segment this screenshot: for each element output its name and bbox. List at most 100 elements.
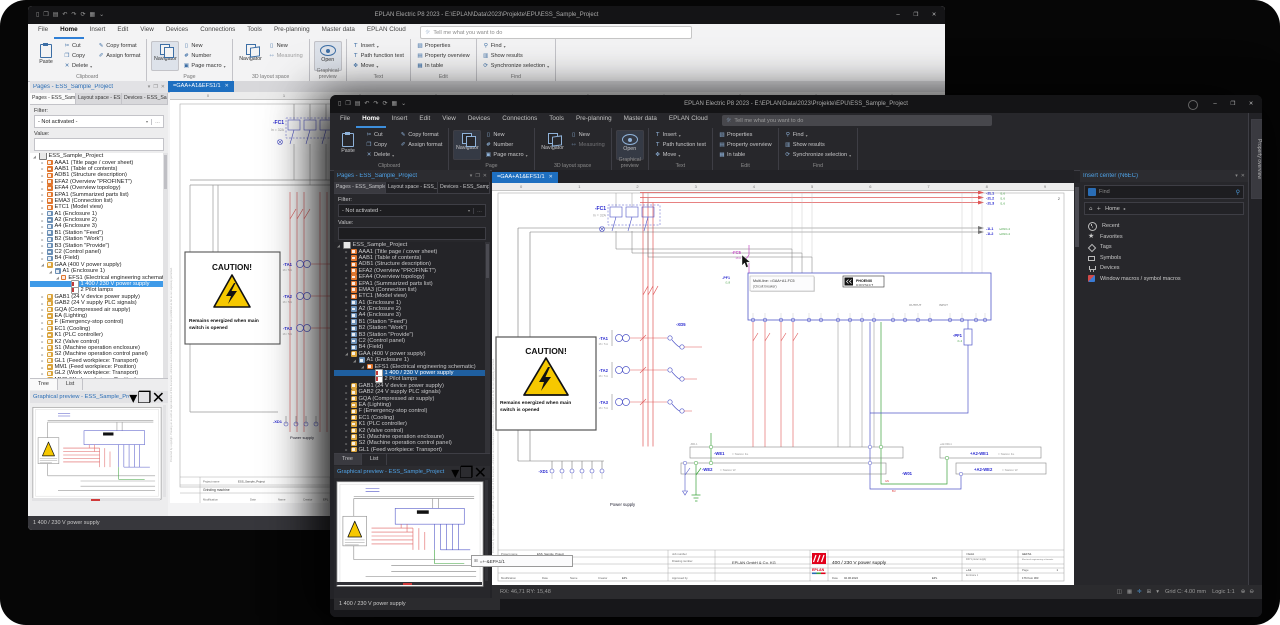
expander-closed-icon[interactable]: ▸ bbox=[40, 179, 45, 184]
expander-closed-icon[interactable]: ▸ bbox=[40, 173, 45, 178]
document-tab[interactable]: =GAA+A1&EFS1/1 ✕ bbox=[168, 81, 234, 92]
panel-tab-pages-ess-sample-p[interactable]: Pages - ESS_Sample_P... bbox=[334, 182, 386, 193]
expander-closed-icon[interactable]: ▸ bbox=[40, 230, 45, 235]
schematic-canvas[interactable]: 2 -2L1 /1.6 -2L2 /1.6 -2L3 /1.6 bbox=[492, 183, 1074, 585]
ribbon-button-move[interactable]: ✥Move▾ bbox=[653, 150, 708, 160]
expander-closed-icon[interactable]: ▸ bbox=[344, 434, 349, 439]
ribbon-tab-eplan-cloud[interactable]: EPLAN Cloud bbox=[361, 22, 412, 37]
ribbon-button-in-table[interactable]: ▦In table bbox=[717, 150, 774, 160]
ribbon-tab-connections[interactable]: Connections bbox=[194, 22, 241, 37]
ribbon-button-page-macro[interactable]: ▣Page macro▾ bbox=[181, 61, 227, 71]
expander-closed-icon[interactable]: ▸ bbox=[344, 345, 349, 350]
tree-list-tab-tree[interactable]: Tree bbox=[30, 379, 58, 390]
ribbon-button-synchronize-selection[interactable]: ⟳Synchronize selection▾ bbox=[481, 61, 551, 71]
ribbon-tab-devices[interactable]: Devices bbox=[462, 111, 496, 126]
ribbon-tab-master-data[interactable]: Master data bbox=[316, 22, 361, 37]
expander-closed-icon[interactable]: ▸ bbox=[40, 333, 45, 338]
expander-closed-icon[interactable]: ▸ bbox=[40, 256, 45, 261]
expander-closed-icon[interactable]: ▸ bbox=[344, 396, 349, 401]
ribbon-button-show-results[interactable]: ▥Show results bbox=[783, 140, 853, 150]
ribbon-button-copy-format[interactable]: ✎Copy format bbox=[398, 130, 444, 140]
expander-closed-icon[interactable]: ▸ bbox=[344, 307, 349, 312]
dropdown-icon[interactable]: ▾ bbox=[148, 84, 151, 90]
ribbon-tab-pre-planning[interactable]: Pre-planning bbox=[268, 22, 316, 37]
dropdown-icon[interactable]: ▾ bbox=[470, 173, 473, 179]
expander-closed-icon[interactable]: ▸ bbox=[40, 313, 45, 318]
logic-scale[interactable]: Logic 1:1 bbox=[1212, 589, 1235, 595]
expander-closed-icon[interactable]: ▸ bbox=[40, 320, 45, 325]
value-input[interactable] bbox=[338, 227, 486, 240]
expander-closed-icon[interactable]: ▸ bbox=[344, 409, 349, 414]
expander-closed-icon[interactable]: ▸ bbox=[344, 383, 349, 388]
close-button[interactable]: ✕ bbox=[1242, 95, 1260, 113]
expander-closed-icon[interactable]: ▸ bbox=[344, 428, 349, 433]
expander-closed-icon[interactable]: ▸ bbox=[40, 365, 45, 370]
insert-center-item-recent[interactable]: Recent bbox=[1080, 221, 1248, 232]
panel-tab-devices-ess-sample[interactable]: Devices - ESS_Sample_... bbox=[122, 93, 168, 104]
ribbon-button-copy[interactable]: ❐Copy bbox=[364, 140, 396, 150]
filter-more-button[interactable]: … bbox=[151, 119, 160, 125]
expander-closed-icon[interactable]: ▸ bbox=[40, 371, 45, 376]
tree-list-tab-list[interactable]: List bbox=[362, 454, 387, 465]
ribbon-button-path-function-text[interactable]: TPath function text bbox=[653, 140, 708, 150]
ribbon-tab-home[interactable]: Home bbox=[356, 111, 386, 128]
selection-mode-icon[interactable]: ◫ bbox=[1117, 589, 1122, 595]
ribbon-button-properties[interactable]: ▧Properties bbox=[717, 130, 774, 140]
expander-closed-icon[interactable]: ▸ bbox=[40, 352, 45, 357]
expander-closed-icon[interactable]: ▸ bbox=[40, 166, 45, 171]
ribbon-button-measuring[interactable]: ↔Measuring bbox=[267, 51, 305, 61]
snap-grid-icon[interactable]: ▦ bbox=[1127, 589, 1132, 595]
expander-closed-icon[interactable]: ▸ bbox=[344, 447, 349, 452]
expander-closed-icon[interactable]: ▸ bbox=[344, 262, 349, 267]
expander-open-icon[interactable]: ◢ bbox=[40, 262, 45, 267]
expander-open-icon[interactable]: ◢ bbox=[56, 275, 59, 280]
expander-closed-icon[interactable]: ▸ bbox=[344, 390, 349, 395]
ribbon-button-open[interactable]: Open bbox=[616, 130, 644, 160]
ribbon-button-properties[interactable]: ▧Properties bbox=[415, 41, 472, 51]
maximize-button[interactable]: ❐ bbox=[907, 6, 925, 24]
ribbon-button-measuring[interactable]: ↔Measuring bbox=[569, 140, 607, 150]
insert-center-item-tags[interactable]: Tags bbox=[1080, 242, 1248, 253]
ribbon-tab-tools[interactable]: Tools bbox=[241, 22, 268, 37]
expander-open-icon[interactable]: ◢ bbox=[48, 269, 53, 274]
expander-closed-icon[interactable]: ▸ bbox=[40, 224, 45, 229]
filter-more-button[interactable]: … bbox=[473, 208, 482, 214]
insert-center-item-macros[interactable]: Window macros / symbol macros bbox=[1080, 274, 1248, 285]
expander-closed-icon[interactable]: ▸ bbox=[40, 301, 45, 306]
layer-icon[interactable]: ⊞ bbox=[1147, 589, 1152, 595]
ribbon-search[interactable]: ☼ Tell me what you want to do bbox=[722, 115, 992, 126]
ribbon-tab-file[interactable]: File bbox=[334, 111, 356, 126]
ribbon-button-in-table[interactable]: ▦In table bbox=[415, 61, 472, 71]
close-icon[interactable]: ✕ bbox=[161, 84, 165, 90]
expander-closed-icon[interactable]: ▸ bbox=[40, 186, 45, 191]
ribbon-button-find[interactable]: ⚲Find▾ bbox=[783, 130, 853, 140]
tree-item-s2-machine-operation-control-panel[interactable]: ▸S2 (Machine operation control panel) bbox=[30, 351, 168, 357]
ribbon-button-show-results[interactable]: ▥Show results bbox=[481, 51, 551, 61]
ribbon-button-synchronize-selection[interactable]: ⟳Synchronize selection▾ bbox=[783, 150, 853, 160]
tree-scrollbar[interactable] bbox=[163, 153, 168, 378]
ribbon-button-insert[interactable]: TInsert▾ bbox=[351, 41, 406, 51]
ribbon-tab-view[interactable]: View bbox=[134, 22, 160, 37]
expander-open-icon[interactable]: ◢ bbox=[32, 154, 37, 159]
panel-tab-layout-space-ess-sa[interactable]: Layout space - ESS_Sa... bbox=[76, 93, 122, 104]
minimize-button[interactable]: ─ bbox=[1206, 95, 1224, 113]
close-icon[interactable]: ✕ bbox=[225, 81, 229, 92]
expander-closed-icon[interactable]: ▸ bbox=[344, 287, 349, 292]
ribbon-button-path-function-text[interactable]: TPath function text bbox=[351, 51, 406, 61]
minimize-button[interactable]: ─ bbox=[889, 6, 907, 24]
insert-center-item-devices[interactable]: Devices bbox=[1080, 263, 1248, 274]
preview-vscrollbar[interactable] bbox=[163, 405, 166, 497]
ribbon-tab-view[interactable]: View bbox=[436, 111, 462, 126]
ribbon-button-new[interactable]: ▯New bbox=[181, 41, 227, 51]
ribbon-tab-insert[interactable]: Insert bbox=[84, 22, 112, 37]
ribbon-button-open[interactable]: Open bbox=[314, 41, 342, 71]
ribbon-tab-insert[interactable]: Insert bbox=[386, 111, 414, 126]
ribbon-button-move[interactable]: ✥Move▾ bbox=[351, 61, 406, 71]
expander-closed-icon[interactable]: ▸ bbox=[344, 415, 349, 420]
expander-closed-icon[interactable]: ▸ bbox=[344, 255, 349, 260]
close-icon[interactable]: ✕ bbox=[1241, 173, 1245, 179]
expander-closed-icon[interactable]: ▸ bbox=[40, 237, 45, 242]
expander-closed-icon[interactable]: ▸ bbox=[344, 339, 349, 344]
ribbon-button-new[interactable]: ▯New bbox=[569, 130, 607, 140]
ribbon-button-navigator[interactable]: Navigator bbox=[151, 41, 179, 71]
